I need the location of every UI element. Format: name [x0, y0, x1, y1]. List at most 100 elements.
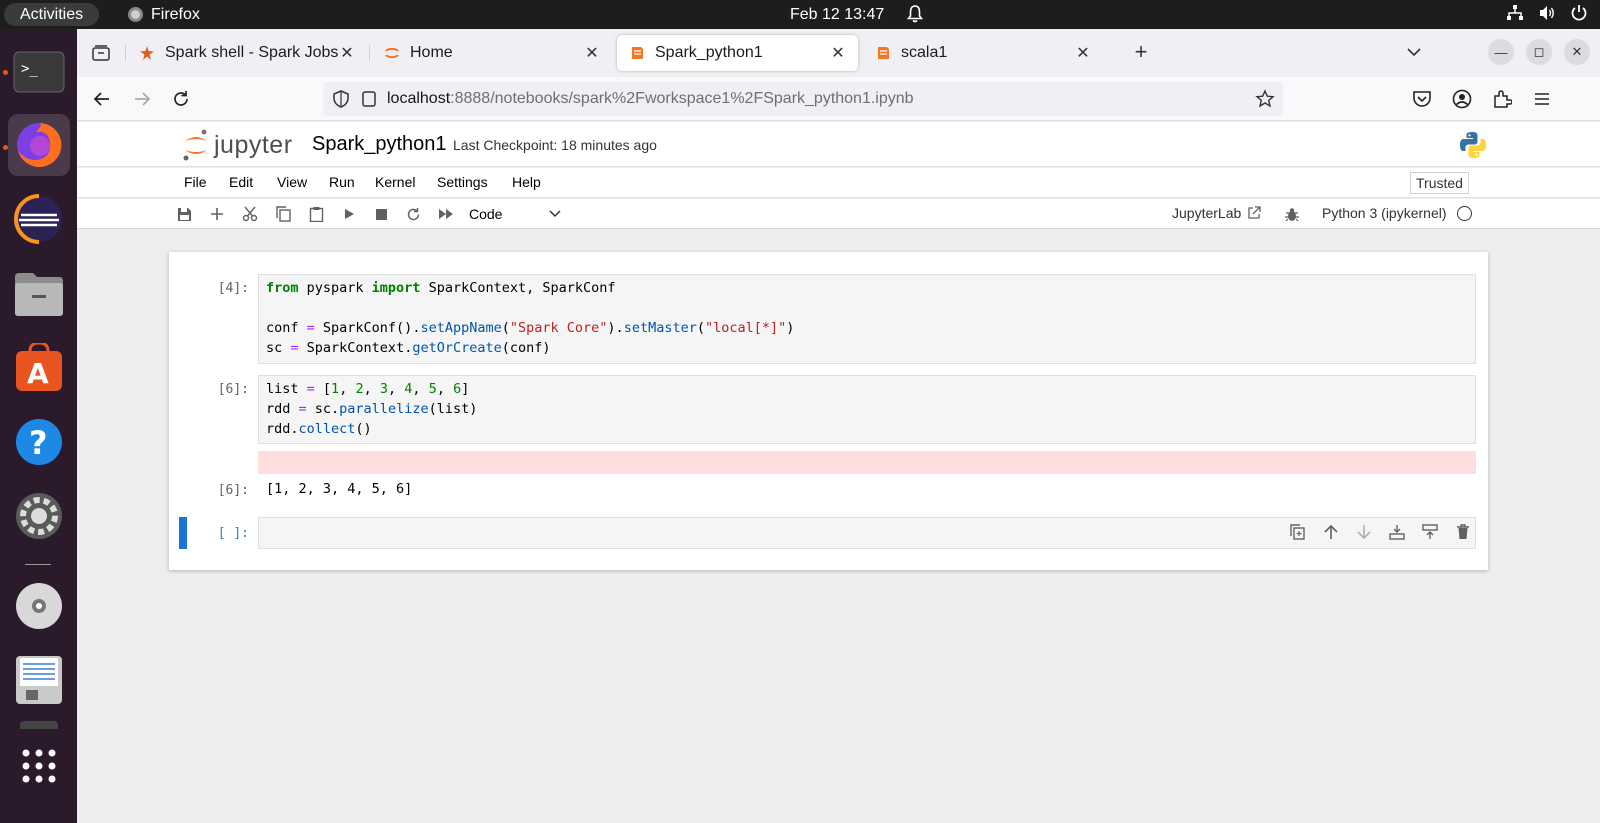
maximize-button[interactable]: ◻ — [1526, 39, 1552, 65]
interrupt-button[interactable] — [371, 204, 391, 224]
close-icon[interactable]: ✕ — [584, 43, 600, 63]
duplicate-cell-icon[interactable] — [1289, 523, 1307, 541]
jupyter-icon — [385, 47, 399, 59]
tab-separator — [125, 45, 126, 61]
active-app-menu[interactable]: Firefox — [128, 0, 200, 29]
copy-button[interactable] — [273, 204, 293, 224]
tab-bar: Spark shell - Spark Jobs ✕ Home ✕ Spark_… — [77, 29, 1600, 77]
firefox-icon — [128, 7, 143, 22]
trusted-indicator[interactable]: Trusted — [1410, 172, 1469, 194]
forward-button[interactable] — [128, 86, 156, 112]
jupyter-logo[interactable]: jupyter — [182, 128, 293, 162]
disc-icon[interactable] — [8, 575, 70, 637]
terminal-icon[interactable]: >_ — [8, 41, 70, 103]
tab-spark-shell[interactable]: Spark shell - Spark Jobs ✕ — [127, 35, 367, 71]
tab-overview-button[interactable] — [87, 39, 115, 67]
firefox-icon[interactable] — [8, 114, 70, 176]
system-top-bar: Activities Firefox Feb 12 13:47 — [0, 0, 1600, 29]
tab-separator — [369, 45, 370, 61]
network-icon[interactable] — [1506, 4, 1524, 22]
notebook-icon — [878, 47, 889, 59]
insert-below-icon[interactable] — [1421, 523, 1439, 541]
stderr-output — [258, 451, 1476, 474]
scissors-icon — [242, 206, 258, 222]
open-jupyterlab-link[interactable]: JupyterLab — [1172, 205, 1261, 221]
stop-icon — [375, 208, 387, 220]
close-icon[interactable]: ✕ — [339, 43, 355, 63]
settings-icon[interactable] — [8, 485, 70, 547]
app-center-icon[interactable]: A — [8, 337, 70, 399]
input-prompt: [4]: — [217, 281, 249, 296]
shield-icon[interactable] — [332, 90, 350, 108]
tab-title: Spark shell - Spark Jobs — [165, 44, 339, 61]
copy-icon — [275, 206, 291, 222]
minimize-button[interactable]: — — [1488, 39, 1514, 65]
kernel-indicator[interactable]: Python 3 (ipykernel) — [1322, 205, 1472, 221]
menu-edit[interactable]: Edit — [229, 174, 253, 190]
tab-scala1[interactable]: scala1 ✕ — [863, 35, 1103, 71]
jupyter-header: jupyter Spark_python1 Last Checkpoint: 1… — [77, 122, 1600, 167]
menu-file[interactable]: File — [184, 174, 207, 190]
menu-settings[interactable]: Settings — [437, 174, 488, 190]
insert-cell-button[interactable] — [207, 204, 227, 224]
dock: >_ A ? — [0, 29, 77, 823]
restart-run-all-button[interactable] — [436, 204, 456, 224]
show-apps-icon[interactable] — [8, 735, 70, 797]
chevron-down-icon[interactable] — [1404, 42, 1424, 62]
run-button[interactable] — [339, 204, 359, 224]
cell-output: [1, 2, 3, 4, 5, 6] — [266, 481, 413, 497]
text-editor-icon[interactable] — [8, 649, 70, 711]
plus-icon — [211, 208, 223, 220]
volume-icon[interactable] — [1538, 4, 1556, 22]
account-button[interactable] — [1448, 86, 1476, 112]
clock[interactable]: Feb 12 13:47 — [790, 0, 884, 29]
cut-button[interactable] — [240, 204, 260, 224]
cell-type-select[interactable]: Code — [469, 204, 561, 224]
svg-text:>_: >_ — [21, 61, 38, 77]
url-bar[interactable]: localhost:8888/notebooks/spark%2Fworkspa… — [323, 82, 1283, 116]
menu-button[interactable] — [1528, 86, 1556, 112]
close-icon[interactable]: ✕ — [830, 43, 846, 63]
power-icon[interactable] — [1570, 4, 1588, 22]
jupyterlab-label: JupyterLab — [1172, 205, 1242, 221]
input-prompt: [6]: — [217, 382, 249, 397]
menu-run[interactable]: Run — [329, 174, 355, 190]
notification-bell-icon[interactable] — [907, 5, 923, 23]
debugger-bug-icon[interactable] — [1285, 207, 1299, 222]
save-button[interactable] — [174, 204, 194, 224]
menu-kernel[interactable]: Kernel — [375, 174, 415, 190]
new-tab-button[interactable]: + — [1127, 39, 1155, 67]
tab-spark-python1[interactable]: Spark_python1 ✕ — [617, 35, 858, 71]
close-window-button[interactable]: ✕ — [1564, 39, 1590, 65]
bookmark-star-icon[interactable] — [1255, 89, 1275, 109]
menu-view[interactable]: View — [277, 174, 307, 190]
code-cell-editor[interactable]: list = [1, 2, 3, 4, 5, 6] rdd = sc.paral… — [258, 375, 1476, 444]
back-button[interactable] — [88, 86, 116, 112]
files-icon[interactable] — [8, 263, 70, 325]
page-info-icon[interactable] — [361, 91, 377, 107]
system-tray[interactable] — [1506, 4, 1588, 22]
tab-home[interactable]: Home ✕ — [372, 35, 612, 71]
fast-forward-icon — [439, 209, 453, 219]
puzzle-icon — [1494, 90, 1512, 108]
help-icon[interactable]: ? — [8, 411, 70, 473]
code-cell-editor[interactable]: from pyspark import SparkContext, SparkC… — [258, 274, 1476, 364]
notebook-panel: [4]: from pyspark import SparkContext, S… — [169, 252, 1488, 570]
activities-button[interactable]: Activities — [4, 3, 100, 26]
extensions-button[interactable] — [1488, 86, 1516, 112]
move-down-icon[interactable] — [1355, 523, 1373, 541]
restart-button[interactable] — [403, 204, 423, 224]
close-icon[interactable]: ✕ — [1075, 43, 1091, 63]
spark-icon — [140, 46, 154, 60]
cell-type-value: Code — [469, 206, 503, 222]
notebook-title[interactable]: Spark_python1 — [312, 133, 447, 156]
pocket-icon — [1413, 91, 1431, 107]
pocket-button[interactable] — [1408, 86, 1436, 112]
eclipse-icon[interactable] — [8, 188, 70, 250]
move-up-icon[interactable] — [1322, 523, 1340, 541]
trash-icon[interactable] — [1454, 523, 1472, 541]
insert-above-icon[interactable] — [1388, 523, 1406, 541]
menu-help[interactable]: Help — [512, 174, 541, 190]
paste-button[interactable] — [306, 204, 326, 224]
reload-button[interactable] — [167, 86, 195, 112]
